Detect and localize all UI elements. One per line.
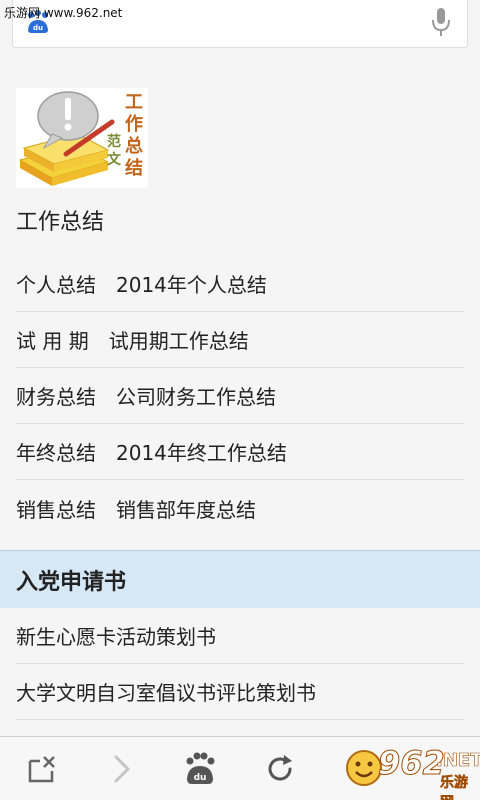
category-label[interactable]: 年终总结 <box>16 437 96 466</box>
microphone-icon[interactable] <box>429 6 453 38</box>
svg-text:工: 工 <box>125 92 143 113</box>
item-link[interactable]: 大学文明自习室倡议书评比策划书 <box>16 677 316 706</box>
section-header-party-application[interactable]: 入党申请书 <box>0 550 480 608</box>
watermark-net: .NET <box>436 750 480 772</box>
category-label[interactable]: 个人总结 <box>16 269 96 298</box>
list-item[interactable]: 财务总结 公司财务工作总结 <box>16 368 464 424</box>
category-label[interactable]: 财务总结 <box>16 381 96 410</box>
list-item[interactable]: 个人总结 2014年个人总结 <box>16 256 464 312</box>
category-label[interactable]: 销售总结 <box>16 494 96 523</box>
svg-text:总: 总 <box>125 135 143 157</box>
item-link[interactable]: 试用期工作总结 <box>109 325 249 354</box>
watermark-top: 乐游网 www.962.net <box>4 6 123 20</box>
list-item[interactable]: 年终总结 2014年终工作总结 <box>16 424 464 480</box>
svg-text:范: 范 <box>107 133 121 150</box>
list-item[interactable]: 试 用 期 试用期工作总结 <box>16 312 464 368</box>
close-tab-icon[interactable] <box>24 751 60 787</box>
refresh-icon[interactable] <box>262 751 298 787</box>
item-link[interactable]: 销售部年度总结 <box>116 494 256 523</box>
svg-text:du: du <box>194 773 207 783</box>
section-title-work-summary: 工作总结 <box>16 210 105 235</box>
watermark-site: 乐游网 <box>440 775 469 800</box>
watermark-number: 962 <box>378 744 446 783</box>
list-item[interactable]: 新生心愿卡活动策划书 <box>16 608 464 664</box>
item-link[interactable]: 2014年个人总结 <box>116 269 267 298</box>
watermark-962-logo: 962 .NET 乐游网 <box>344 744 480 800</box>
svg-text:文: 文 <box>107 151 122 168</box>
svg-text:结: 结 <box>125 157 143 179</box>
forward-icon[interactable] <box>104 751 140 787</box>
svg-text:作: 作 <box>125 113 143 135</box>
svg-text:du: du <box>33 24 43 32</box>
bottom-navigation-bar: du 962 .NET 乐游网 <box>0 736 480 800</box>
item-link[interactable]: 公司财务工作总结 <box>116 381 276 410</box>
list-item[interactable]: 销售总结 销售部年度总结 <box>16 480 464 536</box>
category-label[interactable]: 试 用 期 <box>16 325 89 354</box>
item-link[interactable]: 2014年终工作总结 <box>116 437 287 466</box>
content-area[interactable]: 工 作 总 结 范 文 工作总结 个人总结 2014年个人总结 试 用 期 试用… <box>0 66 480 736</box>
item-link[interactable]: 新生心愿卡活动策划书 <box>16 621 216 650</box>
list-item[interactable]: 大学文明自习室倡议书评比策划书 <box>16 664 464 720</box>
work-summary-banner-image: 工 作 总 结 范 文 <box>16 88 148 188</box>
baidu-paw-icon[interactable]: du <box>182 751 218 787</box>
